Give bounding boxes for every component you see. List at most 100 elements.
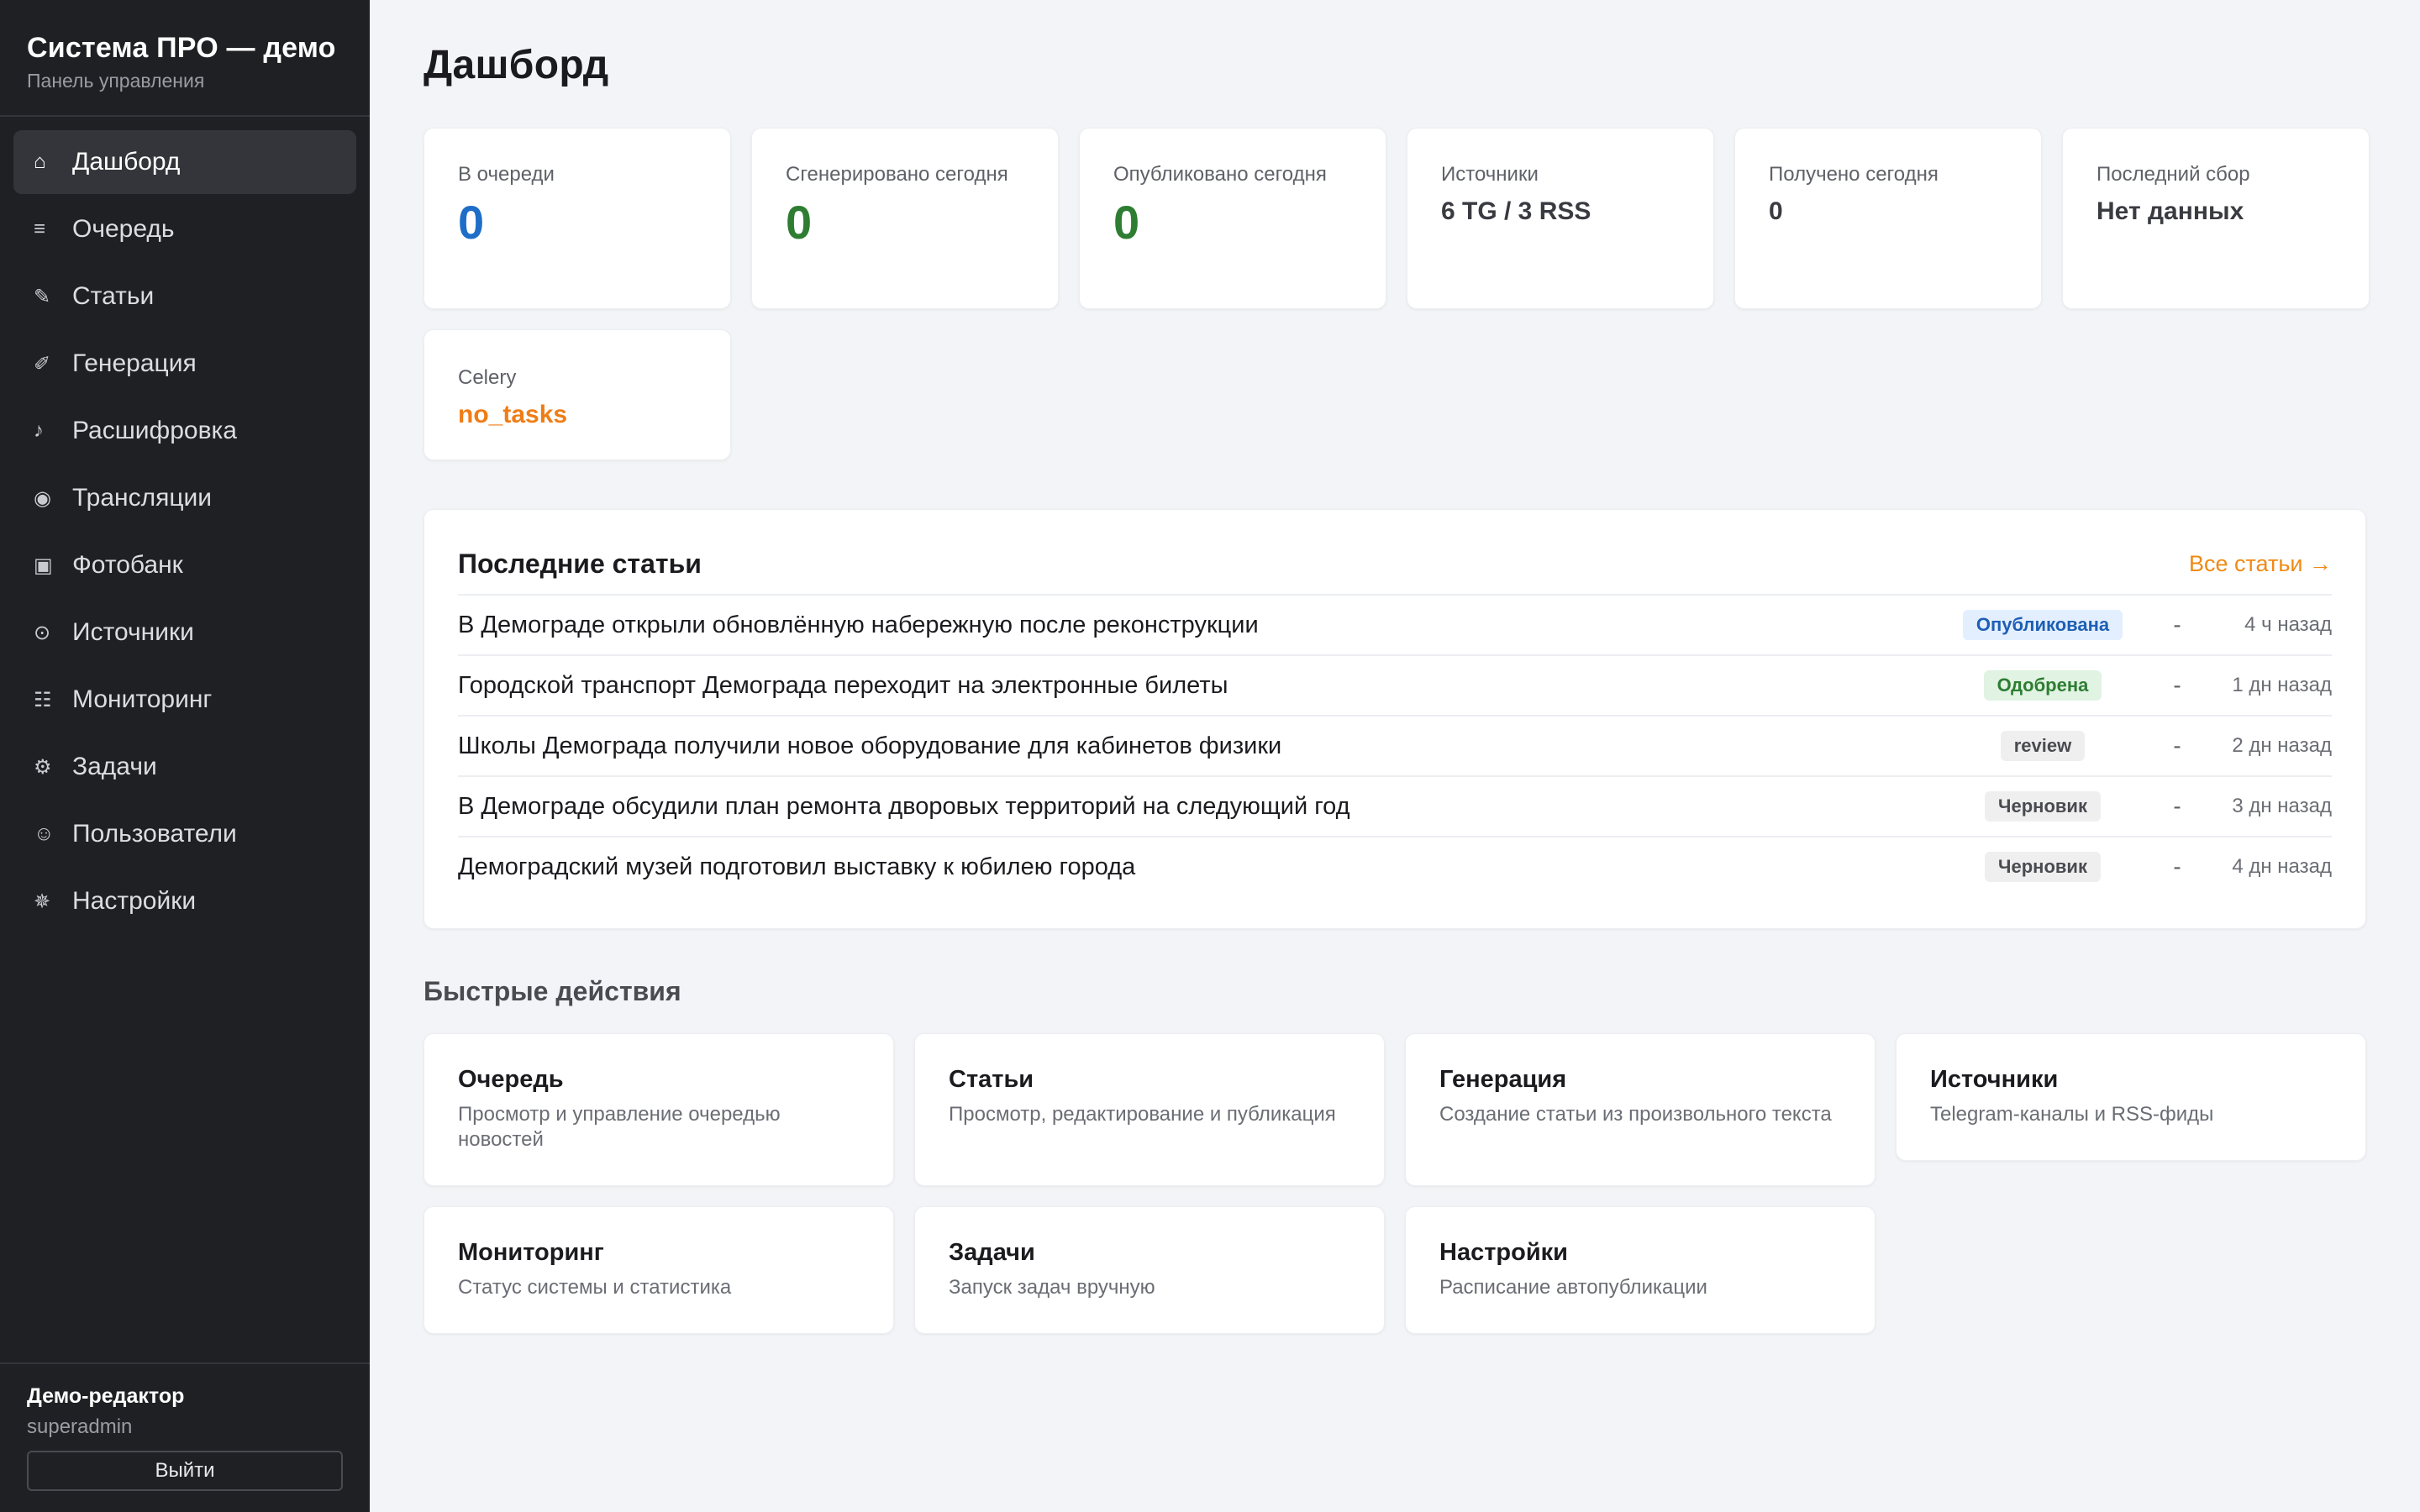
sidebar-item-settings[interactable]: ✵ Настройки [13, 869, 356, 933]
stat-value: Нет данных [2096, 197, 2244, 225]
sidebar-item-tasks[interactable]: ⚙ Задачи [13, 735, 356, 799]
status-badge: review [2000, 731, 2086, 761]
stat-card-received: Получено сегодня 0 [1734, 128, 2042, 309]
quick-action-name: Мониторинг [458, 1239, 604, 1266]
table-row[interactable]: Городской транспорт Демограда переходит … [458, 654, 2332, 715]
row-dash: - [2173, 672, 2181, 698]
status-badge: Черновик [1985, 852, 2101, 882]
broadcast-icon: ◉ [34, 486, 51, 510]
user-name: Демо-редактор [27, 1384, 185, 1408]
quick-action-monitoring[interactable]: Мониторинг Статус системы и статистика [424, 1206, 894, 1334]
row-time: 1 дн назад [2232, 674, 2332, 696]
recent-articles: Последние статьи Все статьи → В Демоград… [424, 509, 2366, 929]
stat-label: Сгенерировано сегодня [786, 163, 1008, 186]
sidebar-nav: ⌂ Дашборд ≡ Очередь ✎ Статьи ✐ Генерация… [0, 117, 370, 933]
row-time: 2 дн назад [2232, 734, 2332, 757]
status-badge: Черновик [1985, 791, 2101, 822]
quick-action-name: Генерация [1439, 1066, 1567, 1093]
sidebar-item-label: Фотобанк [72, 551, 183, 579]
stat-card-last-fetch: Последний сбор Нет данных [2062, 128, 2370, 309]
article-title[interactable]: Городской транспорт Демограда переходит … [458, 672, 1950, 700]
sidebar-item-label: Расшифровка [72, 417, 237, 444]
quick-action-name: Задачи [949, 1239, 1035, 1266]
table-row[interactable]: Школы Демограда получили новое оборудова… [458, 715, 2332, 775]
settings-icon: ✵ [34, 890, 51, 913]
quick-action-desc: Просмотр и управление очередью новостей [458, 1103, 781, 1151]
stat-label: В очереди [458, 163, 555, 186]
table-row[interactable]: В Демограде открыли обновлённую набережн… [458, 594, 2332, 654]
user-panel: Демо-редактор superadmin Выйти [0, 1362, 370, 1512]
status-badge: Опубликована [1962, 610, 2123, 640]
quick-action-name: Очередь [458, 1066, 564, 1093]
quick-action-name: Источники [1930, 1066, 2059, 1093]
article-title[interactable]: Школы Демограда получили новое оборудова… [458, 732, 1950, 760]
sidebar-item-label: Пользователи [72, 820, 237, 848]
sidebar-item-label: Дашборд [72, 148, 181, 176]
status-cell: Черновик [1950, 852, 2135, 882]
quick-action-desc: Telegram-каналы и RSS-фиды [1930, 1103, 2214, 1126]
all-articles-link[interactable]: Все статьи → [2189, 551, 2332, 577]
quick-actions-title: Быстрые действия [424, 976, 681, 1006]
sidebar-item-dashboard[interactable]: ⌂ Дашборд [13, 130, 356, 194]
row-dash: - [2173, 853, 2181, 879]
stat-value: 0 [1769, 197, 1783, 225]
article-title[interactable]: В Демограде открыли обновлённую набережн… [458, 612, 1950, 639]
stat-value: 0 [786, 196, 813, 249]
sidebar: Система ПРО — демо Панель управления ⌂ Д… [0, 0, 370, 1512]
status-cell: Одобрена [1950, 670, 2135, 701]
sidebar-item-monitoring[interactable]: ☷ Мониторинг [13, 668, 356, 732]
app-subtitle: Панель управления [27, 70, 205, 92]
table-row[interactable]: В Демограде обсудили план ремонта дворов… [458, 775, 2332, 836]
stat-value: 6 TG / 3 RSS [1441, 197, 1591, 225]
quick-action-articles[interactable]: Статьи Просмотр, редактирование и публик… [914, 1033, 1385, 1186]
quick-action-desc: Запуск задач вручную [949, 1276, 1155, 1299]
sidebar-item-articles[interactable]: ✎ Статьи [13, 265, 356, 328]
user-icon: ☺ [34, 822, 55, 845]
page-title: Дашборд [424, 43, 609, 87]
sidebar-item-broadcasts[interactable]: ◉ Трансляции [13, 466, 356, 530]
article-title[interactable]: Демоградский музей подготовил выставку к… [458, 853, 1950, 881]
row-time: 4 дн назад [2232, 855, 2332, 878]
brand: Система ПРО — демо Панель управления [0, 0, 370, 117]
quick-action-desc: Просмотр, редактирование и публикация [949, 1103, 1336, 1126]
stat-value: 0 [458, 196, 485, 249]
home-icon: ⌂ [34, 150, 46, 173]
stat-label: Получено сегодня [1769, 163, 1939, 186]
wand-icon: ✐ [34, 352, 51, 375]
sidebar-item-label: Задачи [72, 753, 157, 780]
gear-icon: ⚙ [34, 755, 52, 779]
table-row[interactable]: Демоградский музей подготовил выставку к… [458, 836, 2332, 896]
sidebar-item-photobank[interactable]: ▣ Фотобанк [13, 533, 356, 597]
quick-action-generation[interactable]: Генерация Создание статьи из произвольно… [1405, 1033, 1876, 1186]
sidebar-item-transcription[interactable]: ♪ Расшифровка [13, 399, 356, 463]
sidebar-item-label: Мониторинг [72, 685, 213, 713]
music-note-icon: ♪ [34, 419, 44, 442]
user-role: superadmin [27, 1415, 133, 1438]
section-title: Последние статьи [458, 548, 702, 579]
status-badge: Одобрена [1983, 670, 2102, 701]
list-icon: ≡ [34, 218, 46, 240]
sidebar-item-sources[interactable]: ⊙ Источники [13, 601, 356, 664]
sidebar-item-label: Очередь [72, 215, 175, 243]
quick-action-sources[interactable]: Источники Telegram-каналы и RSS-фиды [1896, 1033, 2366, 1161]
row-dash: - [2173, 612, 2181, 638]
sidebar-item-label: Настройки [72, 887, 197, 915]
recent-articles-header: Последние статьи Все статьи → [458, 543, 2332, 584]
quick-action-queue[interactable]: Очередь Просмотр и управление очередью н… [424, 1033, 894, 1186]
stat-card-generated: Сгенерировано сегодня 0 [751, 128, 1059, 309]
sidebar-item-label: Источники [72, 618, 194, 646]
quick-action-tasks[interactable]: Задачи Запуск задач вручную [914, 1206, 1385, 1334]
stat-label: Источники [1441, 163, 1539, 186]
sidebar-item-users[interactable]: ☺ Пользователи [13, 802, 356, 866]
logout-button[interactable]: Выйти [27, 1451, 343, 1491]
quick-action-settings[interactable]: Настройки Расписание автопубликации [1405, 1206, 1876, 1334]
sidebar-item-queue[interactable]: ≡ Очередь [13, 197, 356, 261]
stat-value: no_tasks [458, 401, 568, 428]
pencil-icon: ✎ [34, 285, 51, 308]
row-dash: - [2173, 732, 2181, 759]
stat-card-published: Опубликовано сегодня 0 [1079, 128, 1386, 309]
source-icon: ⊙ [34, 621, 51, 644]
article-title[interactable]: В Демограде обсудили план ремонта дворов… [458, 793, 1950, 821]
stat-label: Celery [458, 366, 517, 389]
sidebar-item-generation[interactable]: ✐ Генерация [13, 332, 356, 396]
